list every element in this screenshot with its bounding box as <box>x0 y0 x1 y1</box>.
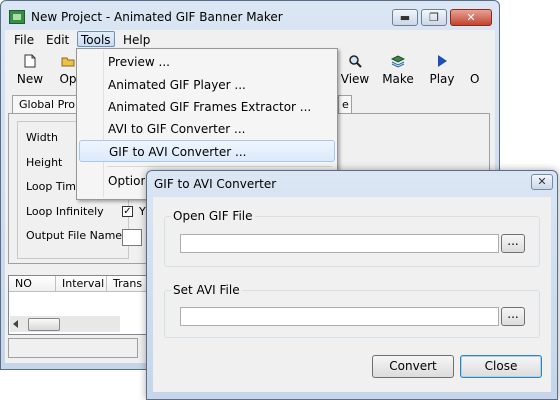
layers-icon <box>391 55 405 68</box>
scroll-left-icon[interactable] <box>12 320 20 328</box>
make-button[interactable]: Make <box>378 50 418 92</box>
column-header-trans[interactable]: Trans <box>107 276 147 292</box>
menu-item-options[interactable]: Option <box>79 170 145 192</box>
output-file-name-label: Output File Name <box>26 229 123 242</box>
toolbar-partial-label: O <box>470 72 480 86</box>
new-button[interactable]: New <box>10 50 50 92</box>
toolbar-button-partial[interactable]: O <box>468 50 492 92</box>
open-folder-icon <box>61 57 75 67</box>
scroll-thumb[interactable] <box>28 318 60 331</box>
app-icon <box>9 10 25 24</box>
dialog-close-button[interactable]: ✕ <box>531 174 553 190</box>
close-button[interactable]: ✕ <box>450 9 492 26</box>
horizontal-scrollbar[interactable] <box>10 316 120 332</box>
convert-button[interactable]: Convert <box>372 355 454 378</box>
set-avi-group-label: Set AVI File <box>171 283 242 297</box>
open-gif-browse-button[interactable]: ... <box>501 234 525 253</box>
tab-partial[interactable]: e <box>338 95 352 113</box>
height-label: Height <box>26 156 63 169</box>
menu-item-avi-to-gif[interactable]: AVI to GIF Converter ... <box>79 118 335 140</box>
menu-file[interactable]: File <box>11 32 37 48</box>
menu-help[interactable]: Help <box>120 32 153 48</box>
open-gif-path-input[interactable] <box>180 234 499 253</box>
new-file-icon <box>24 54 36 68</box>
column-header-no[interactable]: NO <box>9 276 56 292</box>
play-button[interactable]: Play <box>422 50 462 92</box>
make-button-label: Make <box>382 72 414 86</box>
tab-global-properties[interactable]: Global Prope <box>12 95 80 113</box>
menu-edit[interactable]: Edit <box>43 32 72 48</box>
view-button[interactable]: View <box>335 50 375 92</box>
open-gif-group-label: Open GIF File <box>171 209 255 223</box>
status-bar <box>8 338 138 358</box>
menu-separator <box>107 166 332 167</box>
loop-infinitely-label: Loop Infinitely <box>26 205 104 218</box>
set-avi-browse-button[interactable]: ... <box>501 307 525 326</box>
maximize-button[interactable]: ❐ <box>421 9 447 26</box>
menu-item-frames-extractor[interactable]: Animated GIF Frames Extractor ... <box>79 96 335 118</box>
play-icon <box>438 55 447 67</box>
dialog-title: GIF to AVI Converter <box>154 177 277 191</box>
menu-item-animated-gif-player[interactable]: Animated GIF Player ... <box>79 74 335 96</box>
column-header-interval[interactable]: Interval <box>56 276 107 292</box>
loop-infinitely-checkbox[interactable]: ✓ <box>122 206 133 217</box>
magnifier-icon <box>349 55 362 68</box>
loop-infinitely-value-label: Y <box>139 205 146 218</box>
dialog-close-action-button[interactable]: Close <box>460 355 542 378</box>
view-button-label: View <box>340 72 370 86</box>
window-title: New Project - Animated GIF Banner Maker <box>31 10 283 24</box>
minimize-button[interactable]: ▬ <box>392 9 418 26</box>
output-file-name-input[interactable] <box>122 229 142 246</box>
menu-item-gif-to-avi[interactable]: GIF to AVI Converter ... <box>79 140 335 162</box>
new-button-label: New <box>16 72 44 86</box>
menu-tools[interactable]: Tools <box>77 31 115 47</box>
play-button-label: Play <box>429 72 455 86</box>
menu-item-preview[interactable]: Preview ... <box>79 51 335 73</box>
open-button[interactable]: Op <box>48 50 76 92</box>
open-button-label: Op <box>59 72 76 86</box>
loop-time-label: Loop Time <box>26 180 78 193</box>
width-label: Width <box>26 131 58 144</box>
set-avi-path-input[interactable] <box>180 307 499 326</box>
